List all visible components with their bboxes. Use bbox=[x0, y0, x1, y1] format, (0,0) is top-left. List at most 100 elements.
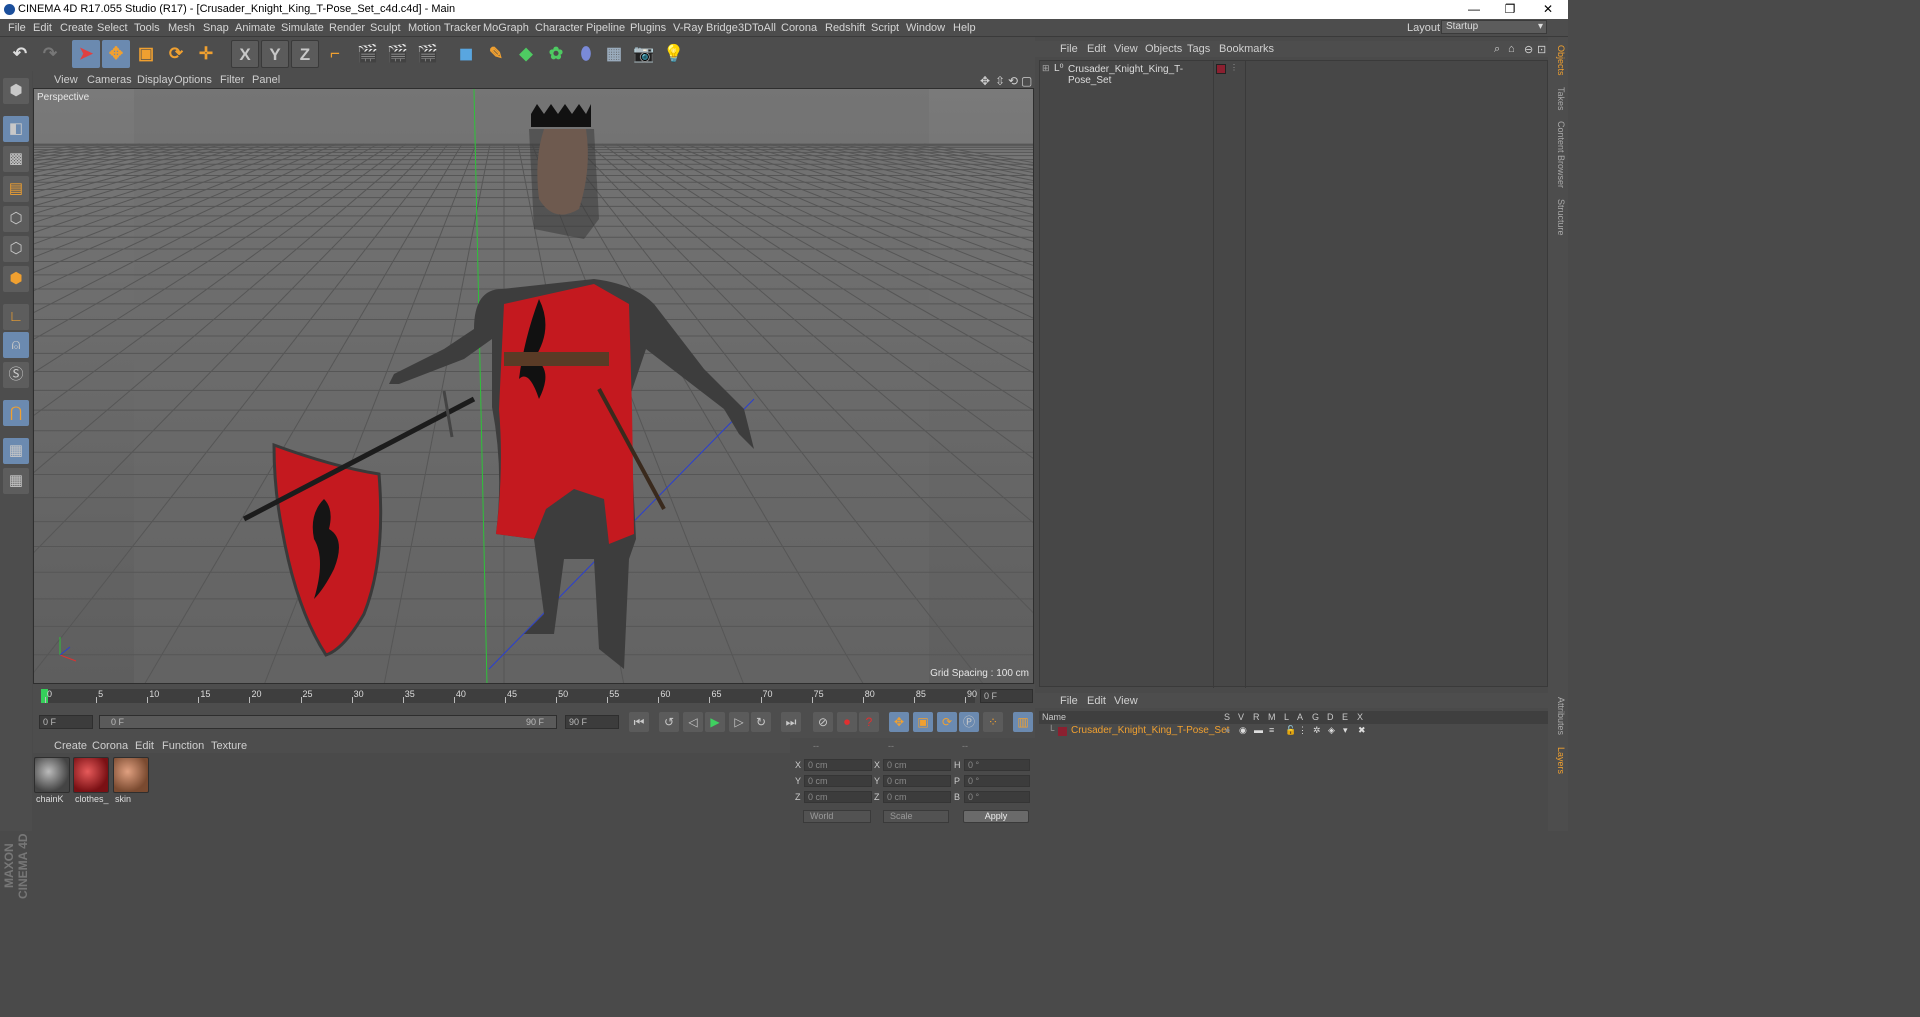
layer-tag[interactable] bbox=[1216, 64, 1226, 74]
material-menu-edit[interactable]: Edit bbox=[135, 740, 154, 752]
deformer-icon[interactable]: ◈ bbox=[1328, 725, 1335, 736]
key-scale-button[interactable]: ▣ bbox=[913, 712, 933, 732]
make-editable-button[interactable]: ⬢ bbox=[3, 78, 29, 104]
solo-dot-icon[interactable]: ● bbox=[1225, 725, 1230, 735]
layer-menu-file[interactable]: File bbox=[1060, 695, 1078, 707]
material-menu-corona[interactable]: Corona bbox=[92, 740, 128, 752]
coordinate-system-button[interactable]: ⌐ bbox=[321, 40, 349, 68]
tab-attributes[interactable]: Attributes bbox=[1550, 697, 1566, 735]
tab-structure[interactable]: Structure bbox=[1550, 199, 1566, 236]
timeline-ruler[interactable]: 0 5 10 15 20 25 30 35 40 45 50 55 60 65 70 75 80 85 90 0 F bbox=[33, 684, 1035, 706]
coord-field-a[interactable]: 0 cm bbox=[804, 791, 872, 803]
render-picture-viewer-button[interactable]: 🎬 bbox=[384, 40, 412, 68]
restore-button[interactable]: ❐ bbox=[1492, 0, 1528, 19]
search-icon[interactable]: ⌕ bbox=[1494, 43, 1500, 56]
points-mode-button[interactable]: ⬡ bbox=[3, 206, 29, 232]
manager-icon[interactable]: ≡ bbox=[1269, 725, 1274, 735]
add-cube-button[interactable]: ◼ bbox=[452, 40, 480, 68]
add-nurbs-button[interactable]: ◆ bbox=[512, 40, 540, 68]
solo-button[interactable]: Ⓢ bbox=[3, 362, 29, 388]
planar-workplane-button[interactable]: ▦ bbox=[3, 468, 29, 494]
tab-takes[interactable]: Takes bbox=[1550, 87, 1566, 111]
menu-create[interactable]: Create bbox=[60, 22, 93, 34]
menu-animate[interactable]: Animate bbox=[235, 22, 275, 34]
z-axis-lock-button[interactable]: Z bbox=[291, 40, 319, 68]
object-menu-edit[interactable]: Edit bbox=[1087, 43, 1106, 55]
expand-icon[interactable]: ⊞ bbox=[1042, 63, 1050, 74]
key-rotation-button[interactable]: ⟳ bbox=[937, 712, 957, 732]
timeline-window-button[interactable]: ▥ bbox=[1013, 712, 1033, 732]
add-floor-button[interactable]: ▦ bbox=[600, 40, 628, 68]
frame-range-slider[interactable]: 0 F 90 F bbox=[99, 715, 557, 729]
workplane-mode-button[interactable]: ▤ bbox=[3, 176, 29, 202]
texture-mode-button[interactable]: ▩ bbox=[3, 146, 29, 172]
menu-corona[interactable]: Corona bbox=[781, 22, 817, 34]
go-to-end-button[interactable]: ⏭ bbox=[781, 712, 801, 732]
perspective-viewport[interactable]: Perspective Grid Spacing : 100 cm bbox=[33, 88, 1034, 684]
material-menu-create[interactable]: Create bbox=[54, 740, 87, 752]
menu-help[interactable]: Help bbox=[953, 22, 976, 34]
tab-objects[interactable]: Objects bbox=[1550, 45, 1566, 76]
keyframe-selection-button[interactable]: ? bbox=[859, 712, 879, 732]
material-menu-texture[interactable]: Texture bbox=[211, 740, 247, 752]
coord-field-a[interactable]: 0 cm bbox=[804, 759, 872, 771]
object-menu-view[interactable]: View bbox=[1114, 43, 1138, 55]
minimize-button[interactable]: — bbox=[1456, 0, 1492, 19]
viewport-menu-display[interactable]: Display bbox=[137, 74, 173, 86]
workplane-lock-button[interactable]: ▦ bbox=[3, 438, 29, 464]
home-icon[interactable]: ⌂ bbox=[1508, 43, 1515, 55]
key-position-button[interactable]: ✥ bbox=[889, 712, 909, 732]
viewport-menu-filter[interactable]: Filter bbox=[220, 74, 244, 86]
menu-mesh[interactable]: Mesh bbox=[168, 22, 195, 34]
menu-file[interactable]: File bbox=[8, 22, 26, 34]
menu-simulate[interactable]: Simulate bbox=[281, 22, 324, 34]
tree-row-root[interactable]: ⊞ L⁰ Crusader_Knight_King_T-Pose_Set bbox=[1042, 63, 1212, 86]
axis-mode-button[interactable]: ∟ bbox=[3, 304, 29, 330]
viewport-menu-panel[interactable]: Panel bbox=[252, 74, 280, 86]
viewport-rotate-icon[interactable]: ⟲ bbox=[1008, 74, 1018, 88]
undo-button[interactable]: ↶ bbox=[6, 40, 34, 68]
menu-pipeline[interactable]: Pipeline bbox=[586, 22, 625, 34]
add-light-button[interactable]: 💡 bbox=[660, 40, 688, 68]
layer-name[interactable]: Crusader_Knight_King_T-Pose_Set bbox=[1071, 725, 1229, 736]
animation-icon[interactable]: ⋮ bbox=[1298, 725, 1307, 736]
go-to-start-button[interactable]: ⏮ bbox=[629, 712, 649, 732]
object-name[interactable]: Crusader_Knight_King_T-Pose_Set bbox=[1068, 64, 1212, 86]
coordinate-space-select[interactable]: World bbox=[803, 810, 871, 823]
menu-tools[interactable]: Tools bbox=[134, 22, 160, 34]
add-deformer-button[interactable]: ⬮ bbox=[572, 40, 600, 68]
coord-field-c[interactable]: 0 ° bbox=[964, 775, 1030, 787]
expression-icon[interactable]: ▾ bbox=[1343, 725, 1348, 736]
viewport-move-icon[interactable]: ✥ bbox=[980, 74, 990, 88]
start-frame-field[interactable]: 0 F bbox=[39, 715, 93, 729]
current-frame-field[interactable]: 0 F bbox=[980, 689, 1033, 703]
material-swatch-skin[interactable] bbox=[113, 757, 149, 793]
render-clapper-icon[interactable]: ▬ bbox=[1254, 725, 1263, 735]
viewport-zoom-icon[interactable]: ⇳ bbox=[995, 74, 1005, 88]
material-swatch-clothes[interactable] bbox=[73, 757, 109, 793]
generator-icon[interactable]: ✲ bbox=[1313, 725, 1321, 736]
coord-field-b[interactable]: 0 cm bbox=[883, 775, 951, 787]
scale-tool-button[interactable]: ▣ bbox=[132, 40, 160, 68]
menu-select[interactable]: Select bbox=[97, 22, 128, 34]
menu-sculpt[interactable]: Sculpt bbox=[370, 22, 401, 34]
coord-field-c[interactable]: 0 ° bbox=[964, 791, 1030, 803]
record-keys-button[interactable]: ⊘ bbox=[813, 712, 833, 732]
tab-content-browser[interactable]: Content Browser bbox=[1550, 121, 1566, 188]
apply-button[interactable]: Apply bbox=[963, 810, 1029, 823]
transform-tool-button[interactable]: ✛ bbox=[192, 40, 220, 68]
layer-menu-edit[interactable]: Edit bbox=[1087, 695, 1106, 707]
render-view-button[interactable]: 🎬 bbox=[354, 40, 382, 68]
object-menu-file[interactable]: File bbox=[1060, 43, 1078, 55]
tab-layers[interactable]: Layers bbox=[1550, 747, 1566, 774]
key-parameter-button[interactable]: Ⓟ bbox=[959, 712, 979, 732]
coordinate-mode-select[interactable]: Scale bbox=[883, 810, 949, 823]
polygons-mode-button[interactable]: ⬢ bbox=[3, 266, 29, 292]
end-frame-field[interactable]: 90 F bbox=[565, 715, 619, 729]
layer-row[interactable]: └ Crusader_Knight_King_T-Pose_Set ● ◉ ▬ … bbox=[1039, 725, 1548, 737]
next-frame-button[interactable]: ▷ bbox=[729, 712, 749, 732]
coord-field-b[interactable]: 0 cm bbox=[883, 791, 951, 803]
eye-icon[interactable]: ◉ bbox=[1239, 725, 1247, 736]
menu-script[interactable]: Script bbox=[871, 22, 899, 34]
close-button[interactable]: ✕ bbox=[1530, 0, 1566, 19]
